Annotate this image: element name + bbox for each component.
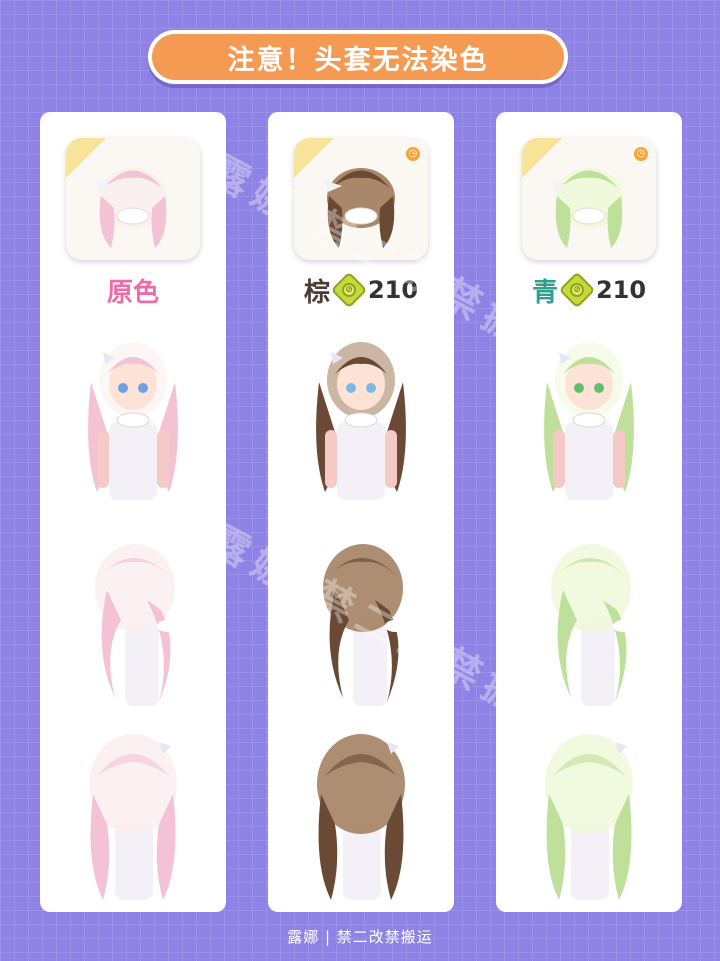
- character-side-view: [291, 530, 431, 710]
- variant-name: 棕: [303, 277, 330, 308]
- coin-icon: ⊘: [330, 271, 368, 309]
- character-back-view: [63, 724, 203, 904]
- character-front-view: [291, 322, 431, 502]
- variant-name: 青: [531, 277, 558, 308]
- page-title: 注意！头套无法染色: [148, 30, 568, 84]
- coin-icon: ⊘: [558, 271, 596, 309]
- character-front-view: [63, 322, 203, 502]
- variant-label-row: 原色: [40, 272, 226, 308]
- variant-name: 原色: [106, 277, 159, 308]
- item-thumbnail[interactable]: ◷: [522, 138, 656, 260]
- variant-price: 210: [595, 276, 647, 304]
- footer-credit: 露娜 | 禁二改禁搬运: [287, 928, 433, 946]
- character-front-view: [519, 322, 659, 502]
- variant-price: 210: [367, 276, 419, 304]
- variant-card-original: 原色: [40, 112, 226, 912]
- character-back-view: [519, 724, 659, 904]
- clock-icon: ◷: [634, 147, 648, 161]
- thumb-corner-decoration: [294, 138, 334, 178]
- thumb-corner-decoration: [522, 138, 562, 178]
- item-thumbnail[interactable]: ◷: [294, 138, 428, 260]
- clock-icon: ◷: [406, 147, 420, 161]
- variant-label-row: 青 ⊘ 210: [496, 271, 682, 309]
- character-back-view: [291, 724, 431, 904]
- variant-label-row: 棕 ⊘ 210: [268, 271, 454, 309]
- item-thumbnail[interactable]: [66, 138, 200, 260]
- thumb-corner-decoration: [66, 138, 106, 178]
- variant-card-brown: ◷ 棕 ⊘ 210: [268, 112, 454, 912]
- character-side-view: [63, 530, 203, 710]
- character-side-view: [519, 530, 659, 710]
- variant-card-cyan: ◷ 青 ⊘ 210: [496, 112, 682, 912]
